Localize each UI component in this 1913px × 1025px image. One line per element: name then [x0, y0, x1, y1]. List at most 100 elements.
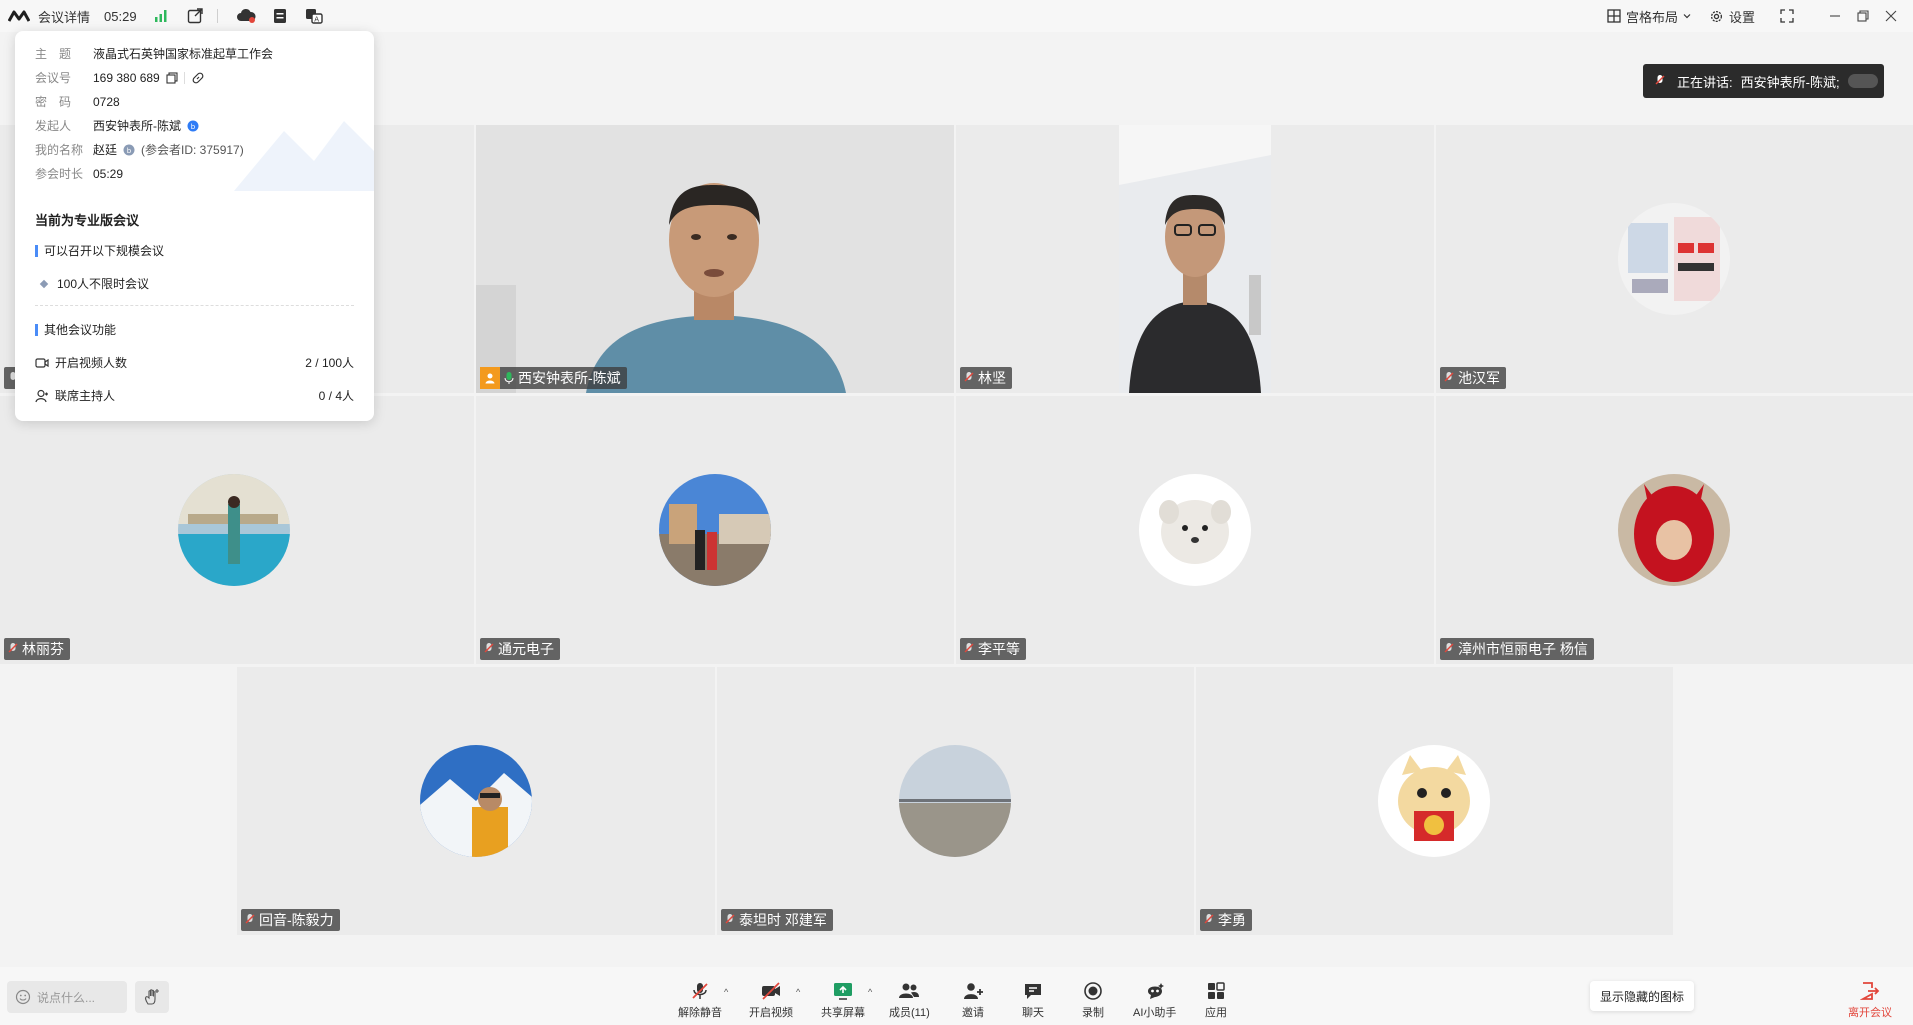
link-icon[interactable]	[191, 71, 205, 85]
speaking-name: 西安钟表所-陈斌;	[1740, 74, 1840, 90]
participant-tile[interactable]: 回音-陈毅力	[237, 667, 715, 935]
edit-name-icon[interactable]: b	[123, 144, 135, 156]
divider	[35, 305, 354, 306]
apps-label: 应用	[1205, 1007, 1227, 1019]
diamond-icon	[39, 279, 49, 288]
participant-tile[interactable]: 林坚	[956, 125, 1434, 393]
unmute-button[interactable]: 解除静音	[678, 981, 722, 1020]
show-hidden-icons-tooltip: 显示隐藏的图标	[1590, 981, 1695, 1011]
chat-button[interactable]: 聊天	[1022, 981, 1044, 1020]
mic-muted-icon	[245, 914, 255, 924]
members-icon	[899, 983, 920, 998]
invite-label: 邀请	[962, 1007, 984, 1019]
meeting-details-panel: 主 题 液晶式石英钟国家标准起草工作会 会议号 169 380 689 密 码 …	[15, 31, 374, 421]
unmute-label: 解除静音	[678, 1007, 722, 1019]
participant-name: 漳州市恒丽电子 杨信	[1458, 641, 1588, 657]
participant-tile[interactable]: 李平等	[956, 396, 1434, 664]
invite-icon	[964, 983, 983, 999]
grid-icon	[1607, 9, 1621, 23]
participant-tile[interactable]: 林丽芬	[0, 396, 474, 664]
record-label: 录制	[1082, 1007, 1104, 1019]
settings-button[interactable]: 设置	[1709, 7, 1755, 26]
mic-muted-icon	[964, 372, 974, 382]
decorative-mountain-icon	[234, 121, 374, 191]
edition-title: 当前为专业版会议	[35, 213, 140, 228]
duration-value: 05:29	[93, 166, 124, 181]
mic-muted-icon	[8, 643, 18, 653]
svg-text:b: b	[127, 146, 132, 154]
translate-icon[interactable]: A	[304, 6, 324, 26]
participant-name: 通元电子	[498, 641, 554, 657]
copy-icon[interactable]	[166, 71, 178, 84]
participant-name-tag: 通元电子	[480, 638, 560, 660]
video-camera-icon	[35, 357, 49, 368]
settings-label: 设置	[1728, 9, 1755, 25]
share-screen-label: 共享屏幕	[821, 1007, 865, 1019]
share-screen-button[interactable]: 共享屏幕	[821, 981, 865, 1020]
raise-hand-button[interactable]	[135, 981, 169, 1013]
mic-muted-icon	[1204, 914, 1214, 924]
apps-button[interactable]: 应用	[1205, 981, 1227, 1020]
organizer-row: 发起人 西安钟表所-陈斌 b	[35, 117, 199, 134]
participant-name-tag: 林坚	[960, 367, 1012, 389]
apps-icon	[1208, 982, 1225, 999]
participant-name-tag: 漳州市恒丽电子 杨信	[1440, 638, 1594, 660]
chevron-up-icon[interactable]: ^	[868, 987, 872, 997]
participant-tile[interactable]: 通元电子	[476, 396, 954, 664]
participant-tile-host[interactable]: 西安钟表所-陈斌	[476, 125, 954, 393]
chat-label: 聊天	[1022, 1007, 1044, 1019]
cloud-record-icon[interactable]	[236, 6, 256, 26]
participant-tile[interactable]: 池汉军	[1436, 125, 1913, 393]
host-video-feed	[476, 125, 954, 393]
participant-name: 林丽芬	[22, 641, 64, 657]
mic-muted-icon	[725, 914, 735, 924]
chat-input[interactable]: 说点什么...	[7, 981, 127, 1013]
video-count-label: 开启视频人数	[55, 356, 128, 370]
start-video-label: 开启视频	[749, 1007, 793, 1019]
start-video-button[interactable]: 开启视频	[749, 981, 793, 1020]
mic-muted-icon	[1444, 372, 1454, 382]
record-button[interactable]: 录制	[1082, 981, 1104, 1020]
participant-tile[interactable]: 泰坦时 邓建军	[717, 667, 1194, 935]
mic-muted-icon	[692, 983, 708, 999]
fullscreen-icon[interactable]	[1773, 2, 1801, 30]
participant-avatar	[178, 474, 290, 586]
members-button[interactable]: 成员(11)	[889, 981, 930, 1020]
participant-name: 李平等	[978, 641, 1020, 657]
ai-assistant-icon	[1147, 983, 1164, 999]
meeting-details-link[interactable]: 会议详情	[38, 7, 90, 26]
ai-assistant-button[interactable]: AI小助手	[1133, 981, 1176, 1020]
emoji-icon[interactable]	[15, 989, 31, 1005]
blurred-name	[1847, 74, 1878, 88]
participant-name-tag: 李勇	[1200, 909, 1252, 931]
chevron-up-icon[interactable]: ^	[796, 987, 800, 997]
participant-name: 回音-陈毅力	[259, 912, 334, 928]
mic-muted-icon	[1655, 75, 1665, 85]
notes-icon[interactable]	[270, 6, 290, 26]
topic-value: 液晶式石英钟国家标准起草工作会	[93, 47, 274, 61]
invite-button[interactable]: 邀请	[962, 981, 984, 1020]
bottom-toolbar: 说点什么... 解除静音 ^ 开启视频 ^ 共享屏幕 ^ 成员(11) 邀请 聊…	[0, 967, 1913, 1025]
minimize-icon[interactable]	[1821, 2, 1849, 30]
participant-name-tag: 池汉军	[1440, 367, 1506, 389]
participant-tile[interactable]: 漳州市恒丽电子 杨信	[1436, 396, 1913, 664]
signal-strength-icon[interactable]	[151, 6, 171, 26]
cohost-row: 联席主持人 0 / 4人	[35, 387, 354, 404]
grid-layout-label: 宫格布局	[1625, 9, 1678, 25]
grid-layout-button[interactable]: 宫格布局	[1607, 7, 1691, 26]
restore-icon[interactable]	[1849, 2, 1877, 30]
participant-id: (参会者ID: 375917)	[141, 143, 244, 157]
leave-meeting-button[interactable]: 离开会议	[1848, 981, 1892, 1020]
cohost-icon	[35, 389, 48, 402]
participant-tile[interactable]: 李勇	[1196, 667, 1673, 935]
svg-text:b: b	[191, 122, 196, 130]
meeting-id-label: 会议号	[35, 71, 72, 85]
chevron-up-icon[interactable]: ^	[724, 987, 728, 997]
leave-label: 离开会议	[1848, 1007, 1892, 1019]
chat-icon	[1025, 984, 1041, 999]
organizer-value: 西安钟表所-陈斌	[93, 119, 181, 133]
cohost-value: 0 / 4人	[318, 389, 354, 403]
popout-icon[interactable]	[185, 6, 205, 26]
participant-avatar	[1378, 745, 1490, 857]
close-icon[interactable]	[1877, 2, 1905, 30]
